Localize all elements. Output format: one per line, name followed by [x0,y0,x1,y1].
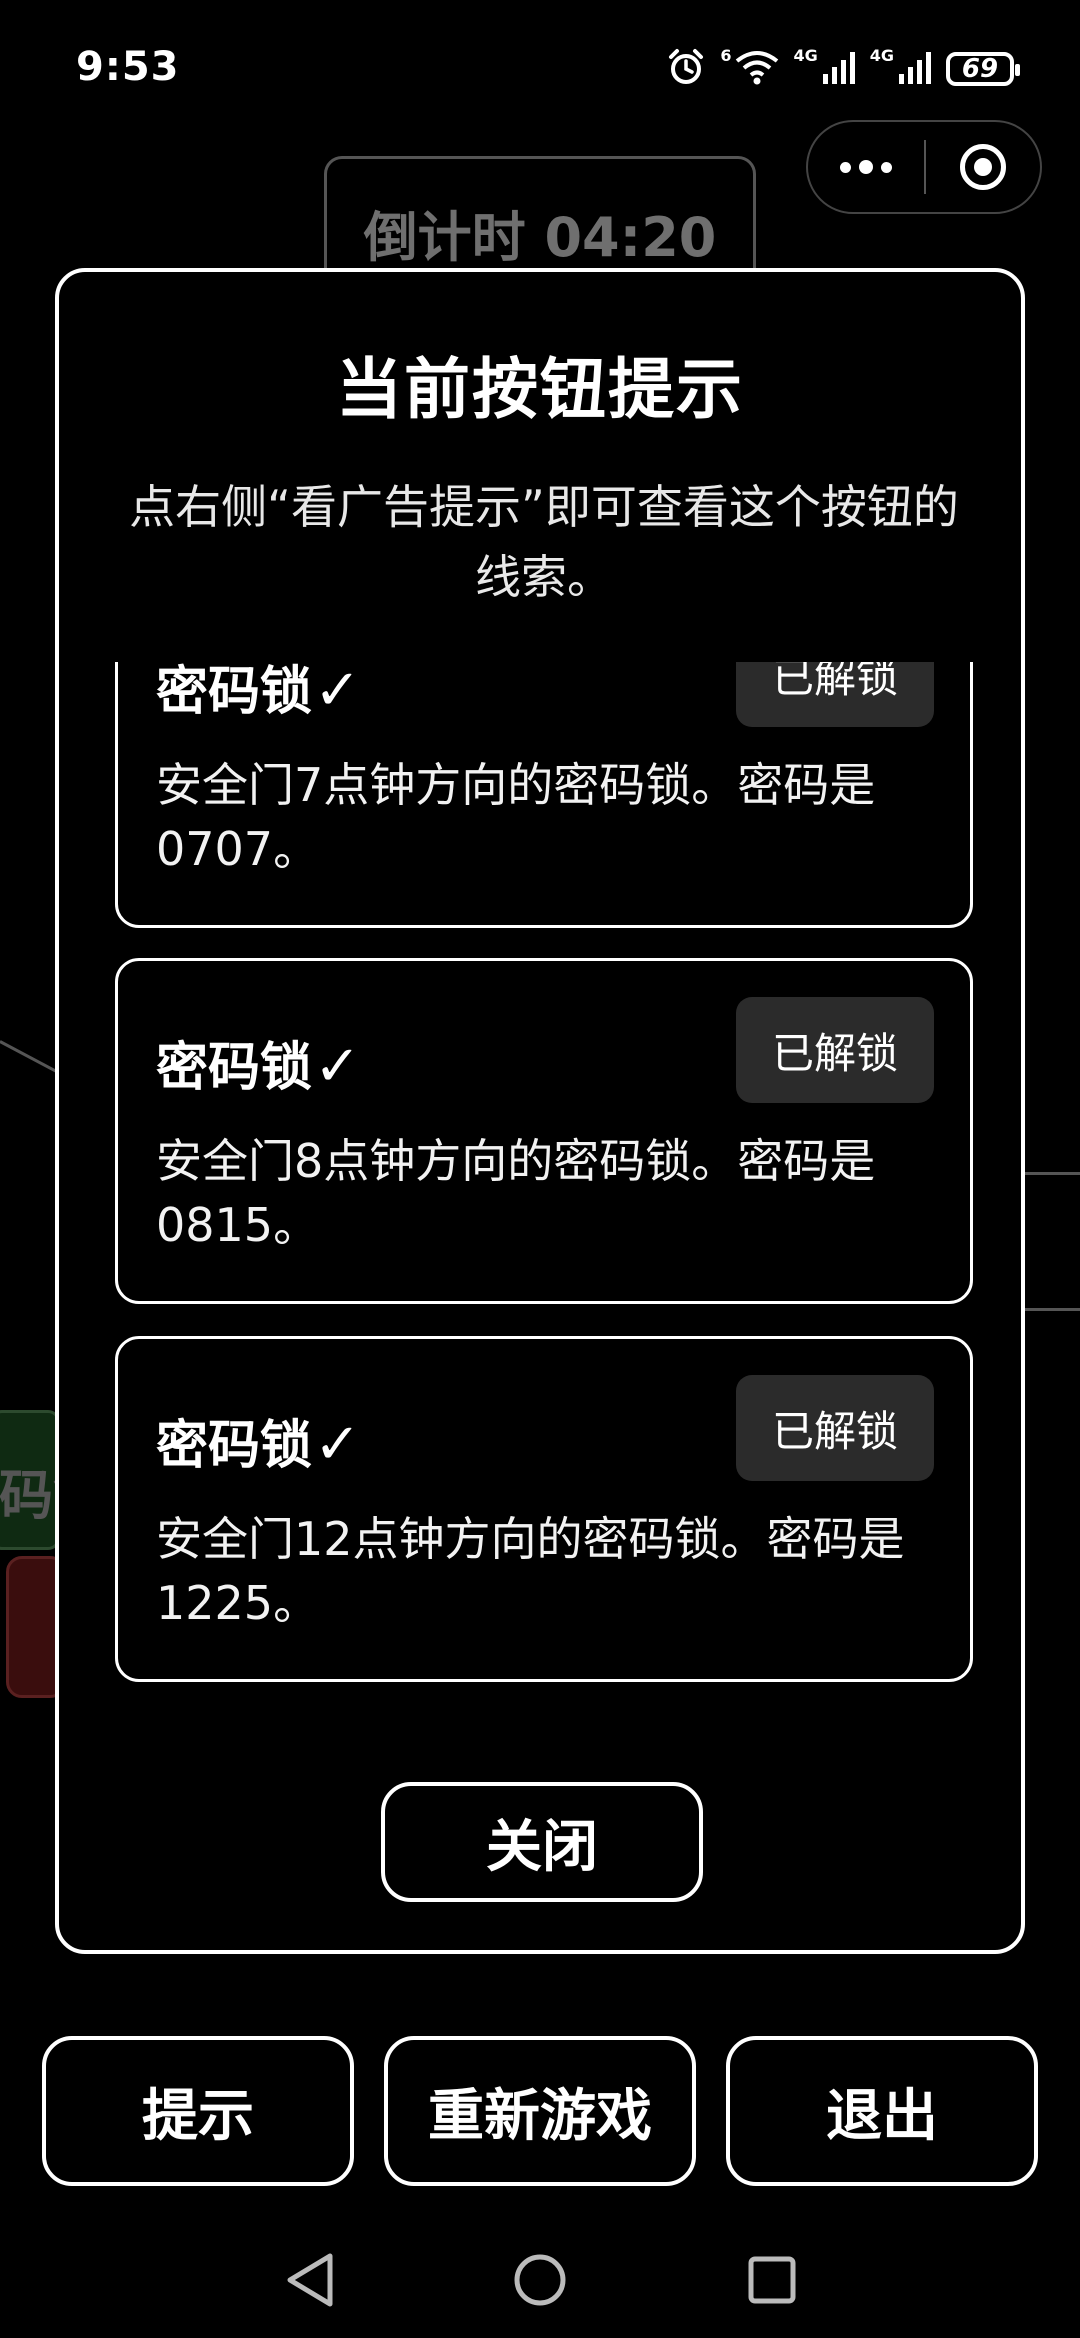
status-icons: 6 4G 4G 69 [666,44,1020,94]
hint-text: 安全门8点钟方向的密码锁。密码是0815。 [156,1134,876,1252]
unlocked-button[interactable]: 已解锁 [736,1375,934,1481]
hint-text: 安全门12点钟方向的密码锁。密码是 1225。 [156,1512,905,1630]
hint-card: 密码锁✓ 已解锁 安全门7点钟方向的密码锁。密码是0707。 [115,662,973,928]
close-miniprogram-button[interactable] [926,122,1040,212]
unlocked-button[interactable]: 已解锁 [736,662,934,727]
target-circle-icon [960,144,1006,190]
more-dots-icon[interactable] [808,122,924,212]
background-line [1020,1308,1080,1311]
status-time: 9:53 [76,44,180,90]
unlocked-button[interactable]: 已解锁 [736,997,934,1103]
alarm-icon [666,47,706,91]
wifi-badge: 6 [720,45,732,65]
check-icon: ✓ [314,662,361,723]
screen: 9:53 6 4G 4G 69 倒计时 04:20 码 当前按钮提示 点右侧“看… [0,0,1080,2338]
check-icon: ✓ [314,1412,361,1477]
hint-name: 密码锁✓ [156,1412,361,1477]
wifi-icon [735,49,779,89]
hint-name: 密码锁✓ [156,1034,361,1099]
status-bar: 9:53 6 4G 4G 69 [0,0,1080,130]
bottom-action-bar: 提示 重新游戏 退出 [42,2036,1038,2186]
background-lock-button: 码锁 [0,1410,60,1550]
miniprogram-capsule [806,120,1042,214]
triangle-back-icon[interactable] [282,2250,338,2314]
restart-button[interactable]: 重新游戏 [384,2036,696,2186]
square-recent-icon[interactable] [744,2250,800,2314]
hint-modal: 当前按钮提示 点右侧“看广告提示”即可查看这个按钮的线索。 密码锁✓ 已解锁 安… [55,268,1025,1954]
battery-indicator: 69 [946,52,1020,86]
close-button[interactable]: 关闭 [381,1782,703,1902]
signal-icon [898,50,932,88]
signal-icon [822,50,856,88]
network-type-2: 4G [869,45,894,65]
system-nav-bar [0,2220,1080,2338]
check-icon: ✓ [314,1034,361,1099]
background-line [1020,1172,1080,1175]
hint-card: 密码锁✓ 已解锁 安全门12点钟方向的密码锁。密码是 1225。 [115,1336,973,1682]
modal-description: 点右侧“看广告提示”即可查看这个按钮的线索。 [129,480,959,604]
network-type-1: 4G [793,45,818,65]
hint-name: 密码锁✓ [156,662,361,724]
modal-title: 当前按钮提示 [336,351,744,428]
exit-button[interactable]: 退出 [726,2036,1038,2186]
background-lock-label: 码锁 [0,1464,57,1527]
hint-card: 密码锁✓ 已解锁 安全门8点钟方向的密码锁。密码是0815。 [115,958,973,1304]
hint-text: 安全门7点钟方向的密码锁。密码是0707。 [156,758,876,876]
circle-home-icon[interactable] [512,2250,568,2314]
background-line [0,1040,63,1076]
hint-button[interactable]: 提示 [42,2036,354,2186]
